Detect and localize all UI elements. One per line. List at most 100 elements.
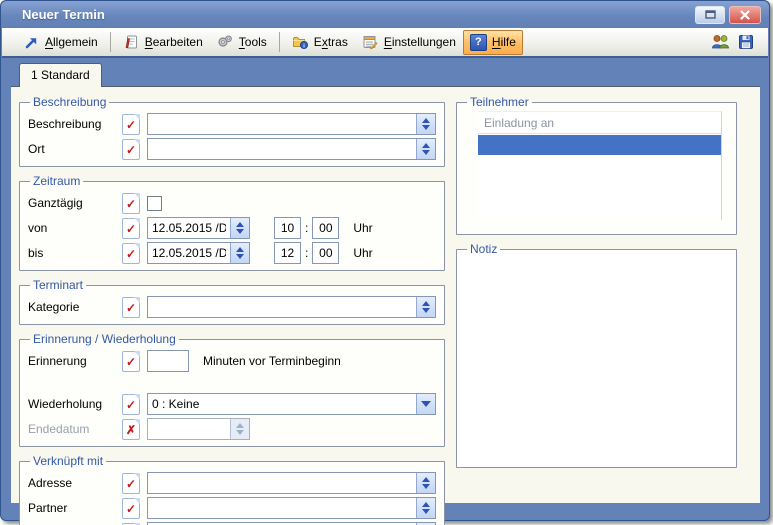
- mandatory-check-button[interactable]: ✓: [122, 473, 140, 494]
- minuten-label: Minuten vor Terminbeginn: [203, 354, 341, 368]
- spinner-button[interactable]: [416, 297, 435, 317]
- dropdown-arrow-icon: [421, 401, 431, 407]
- section-notiz: Notiz: [456, 242, 737, 468]
- spin-up-icon: [236, 247, 244, 252]
- erinnerung-minutes-input[interactable]: [147, 350, 189, 372]
- check-icon: ✓: [126, 302, 136, 314]
- toolbar-label-einstellungen: Einstellungen: [384, 35, 456, 49]
- mandatory-check-button[interactable]: ✓: [122, 297, 140, 318]
- field-label: Ort: [28, 142, 122, 156]
- bis-date-input[interactable]: [148, 243, 230, 263]
- field-label: von: [28, 221, 122, 235]
- dropdown-button[interactable]: [416, 394, 435, 414]
- bis-minute-input[interactable]: [312, 242, 339, 264]
- toolbar-label-allgemein: Allgemein: [45, 35, 98, 49]
- spin-down-icon: [236, 430, 244, 435]
- field-label: Ganztägig: [28, 196, 122, 210]
- spin-up-icon: [236, 423, 244, 428]
- tab-label: 1 Standard: [31, 68, 90, 82]
- beschreibung-input[interactable]: [148, 114, 416, 134]
- save-floppy-icon: [738, 34, 754, 50]
- spinner-button[interactable]: [416, 114, 435, 134]
- section-legend: Notiz: [467, 242, 500, 256]
- restore-icon: [705, 10, 716, 19]
- spin-up-icon: [422, 301, 430, 306]
- mandatory-check-button[interactable]: ✓: [122, 498, 140, 519]
- field-row-von: von ✓ : Uhr: [28, 217, 436, 239]
- mandatory-check-button[interactable]: ✓: [122, 218, 140, 239]
- field-row-adresse: Adresse ✓: [28, 472, 436, 494]
- participants-list[interactable]: Einladung an: [478, 111, 722, 220]
- partner-input[interactable]: [148, 498, 416, 518]
- mandatory-check-button[interactable]: ✓: [122, 394, 140, 415]
- tab-standard[interactable]: 1 Standard: [19, 63, 102, 87]
- field-row-ort: Ort ✓: [28, 138, 436, 160]
- notiz-textarea[interactable]: [465, 257, 728, 461]
- ganztaegig-checkbox[interactable]: [147, 196, 162, 211]
- spin-up-icon: [422, 118, 430, 123]
- mandatory-cross-button[interactable]: ✗: [122, 419, 140, 440]
- toolbar: Allgemein Bearbeiten: [2, 28, 768, 58]
- spinner-button[interactable]: [416, 498, 435, 518]
- kategorie-input[interactable]: [148, 297, 416, 317]
- mandatory-check-button[interactable]: ✓: [122, 114, 140, 135]
- check-icon: ✓: [126, 478, 136, 490]
- section-teilnehmer: Teilnehmer Einladung an: [456, 95, 737, 235]
- field-row-erinnerung: Erinnerung ✓ Minuten vor Terminbeginn: [28, 350, 436, 372]
- section-erinnerung-wiederholung: Erinnerung / Wiederholung Erinnerung ✓ M…: [19, 332, 445, 447]
- window-title: Neuer Termin: [22, 7, 691, 22]
- spin-down-icon: [236, 254, 244, 259]
- toolbar-button-tools[interactable]: Tools: [210, 30, 274, 55]
- toolbar-button-bearbeiten[interactable]: Bearbeiten: [116, 30, 210, 55]
- mandatory-check-button[interactable]: ✓: [122, 351, 140, 372]
- spinner-button[interactable]: [416, 473, 435, 493]
- people-icon: [711, 34, 730, 50]
- partner-combo: [147, 497, 436, 519]
- field-label: Adresse: [28, 476, 122, 490]
- endedatum-input: [148, 419, 230, 439]
- toolbar-button-hilfe[interactable]: ? Hilfe: [463, 30, 523, 55]
- spinner-button[interactable]: [416, 139, 435, 159]
- check-icon: ✓: [126, 356, 136, 368]
- von-hour-input[interactable]: [274, 217, 301, 239]
- wiederholung-select[interactable]: [148, 394, 416, 414]
- save-button[interactable]: [734, 31, 758, 53]
- von-minute-input[interactable]: [312, 217, 339, 239]
- spinner-button[interactable]: [230, 218, 249, 238]
- toolbar-button-allgemein[interactable]: Allgemein: [16, 30, 105, 55]
- mandatory-check-button[interactable]: ✓: [122, 193, 140, 214]
- check-icon: ✓: [126, 144, 136, 156]
- participants-button[interactable]: [707, 31, 734, 53]
- participants-selected-row[interactable]: [478, 135, 721, 155]
- mandatory-check-button[interactable]: ✓: [122, 243, 140, 264]
- toolbar-button-einstellungen[interactable]: Einstellungen: [355, 30, 463, 55]
- field-row-ganztaegig: Ganztägig ✓: [28, 192, 436, 214]
- ort-input[interactable]: [148, 139, 416, 159]
- help-question-icon: ?: [470, 34, 487, 51]
- field-row-bis: bis ✓ : Uhr: [28, 242, 436, 264]
- adresse-input[interactable]: [148, 473, 416, 493]
- endedatum-combo: [147, 418, 250, 440]
- field-row-partner: Partner ✓: [28, 497, 436, 519]
- close-button[interactable]: [729, 6, 761, 24]
- von-date-input[interactable]: [148, 218, 230, 238]
- titlebar[interactable]: Neuer Termin: [1, 1, 769, 28]
- toolbar-separator: [279, 32, 280, 52]
- folder-info-icon: i: [292, 34, 309, 51]
- spinner-button[interactable]: [230, 243, 249, 263]
- toolbar-button-extras[interactable]: i Extras: [285, 30, 355, 55]
- mandatory-check-button[interactable]: ✓: [122, 139, 140, 160]
- spin-down-icon: [422, 125, 430, 130]
- field-label: Endedatum: [28, 422, 122, 436]
- kategorie-combo: [147, 296, 436, 318]
- arrow-up-right-icon: [23, 34, 40, 51]
- section-beschreibung: Beschreibung Beschreibung ✓ Ort ✓: [19, 95, 445, 167]
- cross-icon: ✗: [126, 424, 136, 436]
- uhr-label: Uhr: [353, 221, 372, 235]
- bis-hour-input[interactable]: [274, 242, 301, 264]
- restore-button[interactable]: [695, 6, 725, 24]
- spin-up-icon: [422, 477, 430, 482]
- toolbar-label-extras: Extras: [314, 35, 348, 49]
- von-date-combo: [147, 217, 250, 239]
- toolbar-label-bearbeiten: Bearbeiten: [145, 35, 203, 49]
